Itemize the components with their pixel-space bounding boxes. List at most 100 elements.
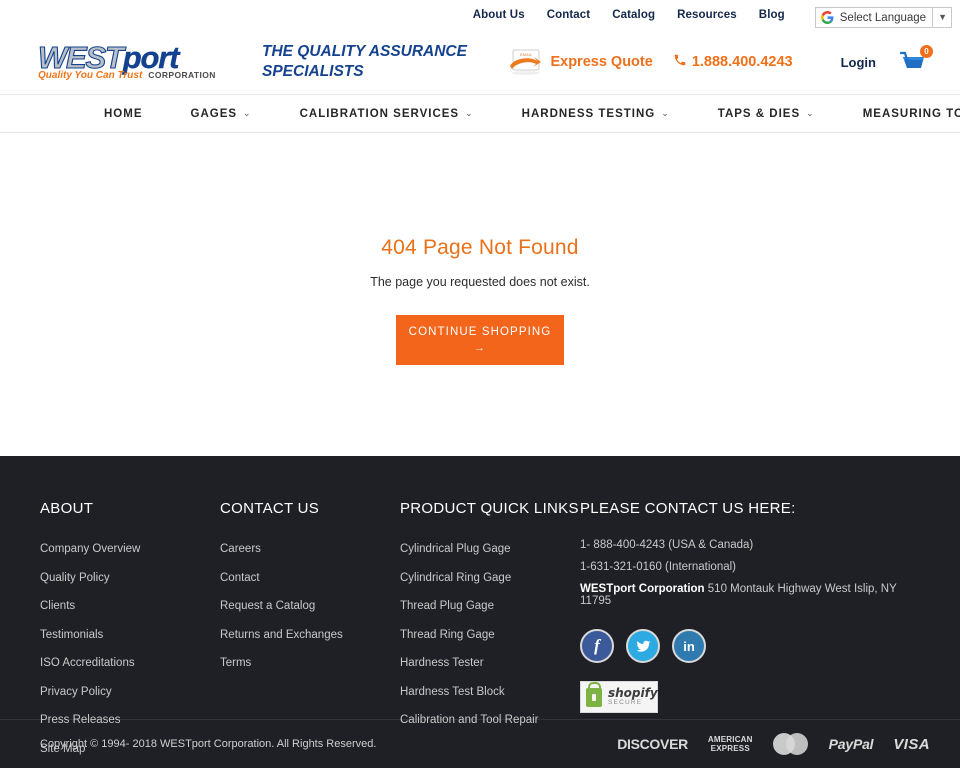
nav-item-taps-and-dies[interactable]: TAPS & DIES ⌄ [718, 108, 815, 120]
shopify-secure-badge[interactable]: shopify SECURE [580, 681, 658, 713]
amex-line1: AMERICAN [707, 735, 753, 744]
phone-icon [673, 53, 687, 71]
nav-label-hardness-testing: HARDNESS TESTING [521, 107, 656, 120]
cart-count-badge: 0 [920, 45, 933, 58]
footer-link-careers[interactable]: Careers [220, 543, 261, 555]
top-link-contact[interactable]: Contact [547, 9, 591, 21]
language-selector[interactable]: Select Language ▼ [814, 7, 952, 28]
list-item: Careers [220, 539, 400, 557]
list-item: Clients [40, 596, 220, 614]
shopify-badge-text: shopify SECURE [608, 687, 658, 707]
chevron-down-icon: ⌄ [465, 108, 474, 118]
logo-tagline: Quality You Can Trust [38, 70, 143, 81]
top-link-blog[interactable]: Blog [759, 9, 785, 21]
footer-list-about: Company Overview Quality Policy Clients … [40, 539, 220, 757]
chevron-down-icon[interactable]: ▼ [932, 8, 947, 27]
shopify-secure-label: SECURE [608, 699, 643, 707]
nav-item-gages[interactable]: GAGES ⌄ [191, 108, 252, 120]
footer-company-name: WESTport Corporation [580, 583, 705, 595]
language-label: Select Language [839, 11, 927, 24]
google-g-icon [820, 11, 834, 24]
nav-item-measuring-tools[interactable]: MEASURING TOOLS ⌄ [863, 108, 960, 120]
shopping-cart-icon [899, 51, 928, 77]
footer-link-hardness-tester[interactable]: Hardness Tester [400, 657, 484, 669]
login-link[interactable]: Login [841, 55, 876, 70]
logo-wordmark: WESTport [37, 41, 216, 73]
amex-logo: AMERICAN EXPRESS [708, 735, 753, 753]
footer-link-hardness-test-block[interactable]: Hardness Test Block [400, 686, 505, 698]
nav-item-calibration-services[interactable]: CALIBRATION SERVICES ⌄ [300, 108, 474, 120]
list-item: Calibration and Tool Repair [400, 710, 580, 728]
copyright-text: Copyright © 1994- 2018 WESTport Corporat… [40, 738, 377, 750]
footer-link-company-overview[interactable]: Company Overview [40, 543, 140, 555]
nav-label-calibration-services: CALIBRATION SERVICES [299, 107, 460, 120]
footer-link-returns-and-exchanges[interactable]: Returns and Exchanges [220, 629, 343, 641]
chevron-down-icon: ⌄ [661, 108, 670, 118]
list-item: Contact [220, 568, 400, 586]
footer-column-product-quick-links: PRODUCT QUICK LINKS Cylindrical Plug Gag… [400, 500, 580, 767]
list-item: Cylindrical Plug Gage [400, 539, 580, 557]
continue-shopping-button[interactable]: CONTINUE SHOPPING → [396, 315, 564, 365]
primary-navigation: HOME GAGES ⌄ CALIBRATION SERVICES ⌄ HARD… [0, 94, 960, 133]
footer-link-cylindrical-plug-gage[interactable]: Cylindrical Plug Gage [400, 543, 511, 555]
nav-item-home[interactable]: HOME [104, 108, 143, 120]
cart-button[interactable]: 0 [899, 45, 933, 77]
footer-link-press-releases[interactable]: Press Releases [40, 714, 121, 726]
facebook-icon[interactable]: f [580, 629, 614, 663]
footer-link-thread-ring-gage[interactable]: Thread Ring Gage [400, 629, 495, 641]
footer-link-terms[interactable]: Terms [220, 657, 251, 669]
page-title: 404 Page Not Found [381, 236, 579, 259]
mastercard-logo [772, 733, 809, 755]
linkedin-icon[interactable]: in [672, 629, 706, 663]
header-actions: EMAIL Express Quote 1.888.400.4243 Login [508, 45, 933, 77]
list-item: Thread Ring Gage [400, 625, 580, 643]
list-item: Quality Policy [40, 568, 220, 586]
footer-link-thread-plug-gage[interactable]: Thread Plug Gage [400, 600, 494, 612]
phone-number: 1.888.400.4243 [691, 54, 793, 70]
footer-list-products: Cylindrical Plug Gage Cylindrical Ring G… [400, 539, 580, 728]
chevron-down-icon: ⌄ [243, 108, 252, 118]
footer-link-contact[interactable]: Contact [220, 572, 260, 584]
paypal-logo: PayPal [828, 736, 874, 752]
top-link-about-us[interactable]: About Us [473, 9, 525, 21]
nav-label-taps-and-dies: TAPS & DIES [717, 107, 801, 120]
footer-link-quality-policy[interactable]: Quality Policy [40, 572, 110, 584]
header-tagline: THE QUALITY ASSURANCE SPECIALISTS [262, 43, 467, 80]
footer-heading-contact-us: CONTACT US [220, 500, 320, 517]
list-item: Hardness Tester [400, 653, 580, 671]
footer-column-contact-us: CONTACT US Careers Contact Request a Cat… [220, 500, 400, 767]
list-item: Cylindrical Ring Gage [400, 568, 580, 586]
footer-link-clients[interactable]: Clients [40, 600, 75, 612]
nav-item-hardness-testing[interactable]: HARDNESS TESTING ⌄ [522, 108, 670, 120]
express-quote-label: Express Quote [550, 54, 653, 70]
express-quote-link[interactable]: EMAIL Express Quote [508, 47, 653, 77]
error-subtitle: The page you requested does not exist. [370, 275, 590, 289]
footer-contact-details: 1- 888-400-4243 (USA & Canada) 1-631-321… [580, 539, 910, 607]
email-envelope-icon: EMAIL [508, 47, 544, 77]
site-logo[interactable]: WESTport Quality You Can Trust CORPORATI… [37, 41, 216, 81]
phone-link[interactable]: 1.888.400.4243 [673, 53, 793, 71]
site-footer: ABOUT Company Overview Quality Policy Cl… [0, 456, 960, 755]
footer-columns: ABOUT Company Overview Quality Policy Cl… [0, 500, 960, 767]
nav-label-measuring-tools: MEASURING TOOLS [862, 107, 960, 120]
footer-link-iso-accreditations[interactable]: ISO Accreditations [40, 657, 135, 669]
footer-heading-about: ABOUT [40, 500, 94, 517]
payment-methods: DISCOVER AMERICAN EXPRESS PayPal VISA [617, 733, 930, 755]
nav-label-gages: GAGES [190, 107, 238, 120]
amex-line2: EXPRESS [710, 744, 750, 753]
facebook-glyph: f [594, 636, 600, 655]
footer-link-request-a-catalog[interactable]: Request a Catalog [220, 600, 315, 612]
list-item: Terms [220, 653, 400, 671]
twitter-icon[interactable] [626, 629, 660, 663]
list-item: Testimonials [40, 625, 220, 643]
footer-link-testimonials[interactable]: Testimonials [40, 629, 103, 641]
footer-address-line: WESTport Corporation 510 Montauk Highway… [580, 583, 910, 607]
footer-link-cylindrical-ring-gage[interactable]: Cylindrical Ring Gage [400, 572, 511, 584]
discover-logo: DISCOVER [617, 736, 688, 752]
footer-column-about: ABOUT Company Overview Quality Policy Cl… [40, 500, 220, 767]
top-link-resources[interactable]: Resources [677, 9, 737, 21]
footer-link-calibration-and-tool-repair[interactable]: Calibration and Tool Repair [400, 714, 539, 726]
top-link-catalog[interactable]: Catalog [612, 9, 655, 21]
footer-link-privacy-policy[interactable]: Privacy Policy [40, 686, 112, 698]
footer-heading-please-contact-us: PLEASE CONTACT US HERE: [580, 500, 796, 517]
